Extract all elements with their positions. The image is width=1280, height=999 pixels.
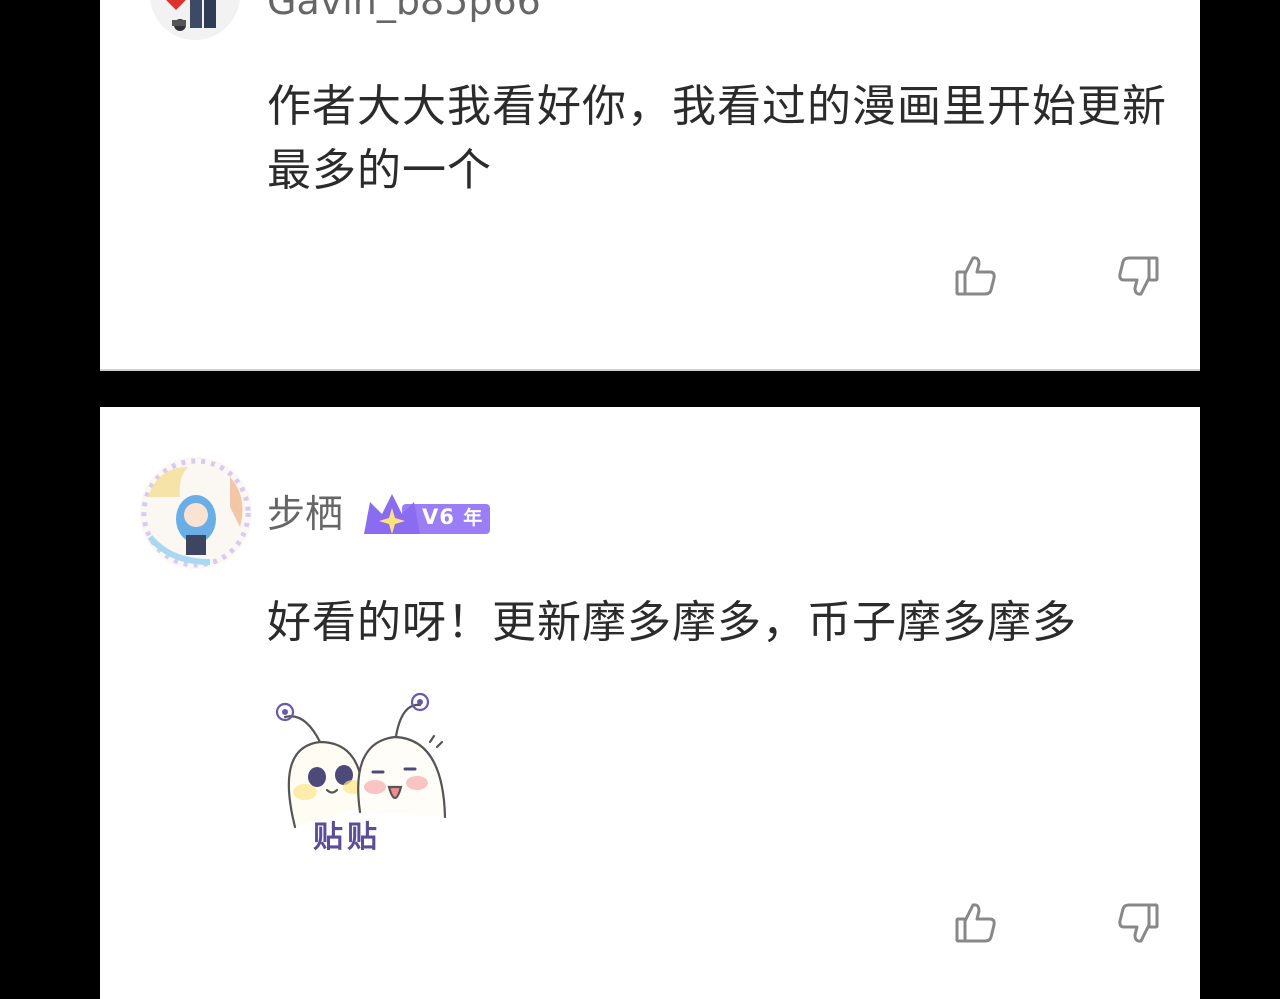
thumbs-down-icon[interactable] xyxy=(1114,252,1162,300)
badge-level: V6 xyxy=(422,505,455,529)
comment-card: 步栖 V6 年 好看的呀！更新摩多摩多，币子摩多摩多 贴贴 xyxy=(100,407,1200,999)
avatar[interactable] xyxy=(140,457,252,569)
badge-suffix: 年 xyxy=(463,507,484,529)
comment-card: Gavin_b85p66 作者大大我看好你，我看过的漫画里开始更新最多的一个 xyxy=(100,0,1200,371)
sticker-caption: 贴贴 xyxy=(313,820,381,855)
thumbs-up-icon[interactable] xyxy=(952,899,1000,947)
comment-text: 作者大大我看好你，我看过的漫画里开始更新最多的一个 xyxy=(267,81,1167,196)
comment-text: 好看的呀！更新摩多摩多，币子摩多摩多 xyxy=(267,597,1077,648)
avatar[interactable] xyxy=(150,0,240,40)
username[interactable]: 步栖 xyxy=(267,495,343,533)
vip-badge: V6 年 xyxy=(362,492,492,540)
thumbs-down-icon[interactable] xyxy=(1114,899,1162,947)
sticker-image: 贴贴 xyxy=(265,687,465,857)
username[interactable]: Gavin_b85p66 xyxy=(267,0,541,20)
thumbs-up-icon[interactable] xyxy=(952,252,1000,300)
